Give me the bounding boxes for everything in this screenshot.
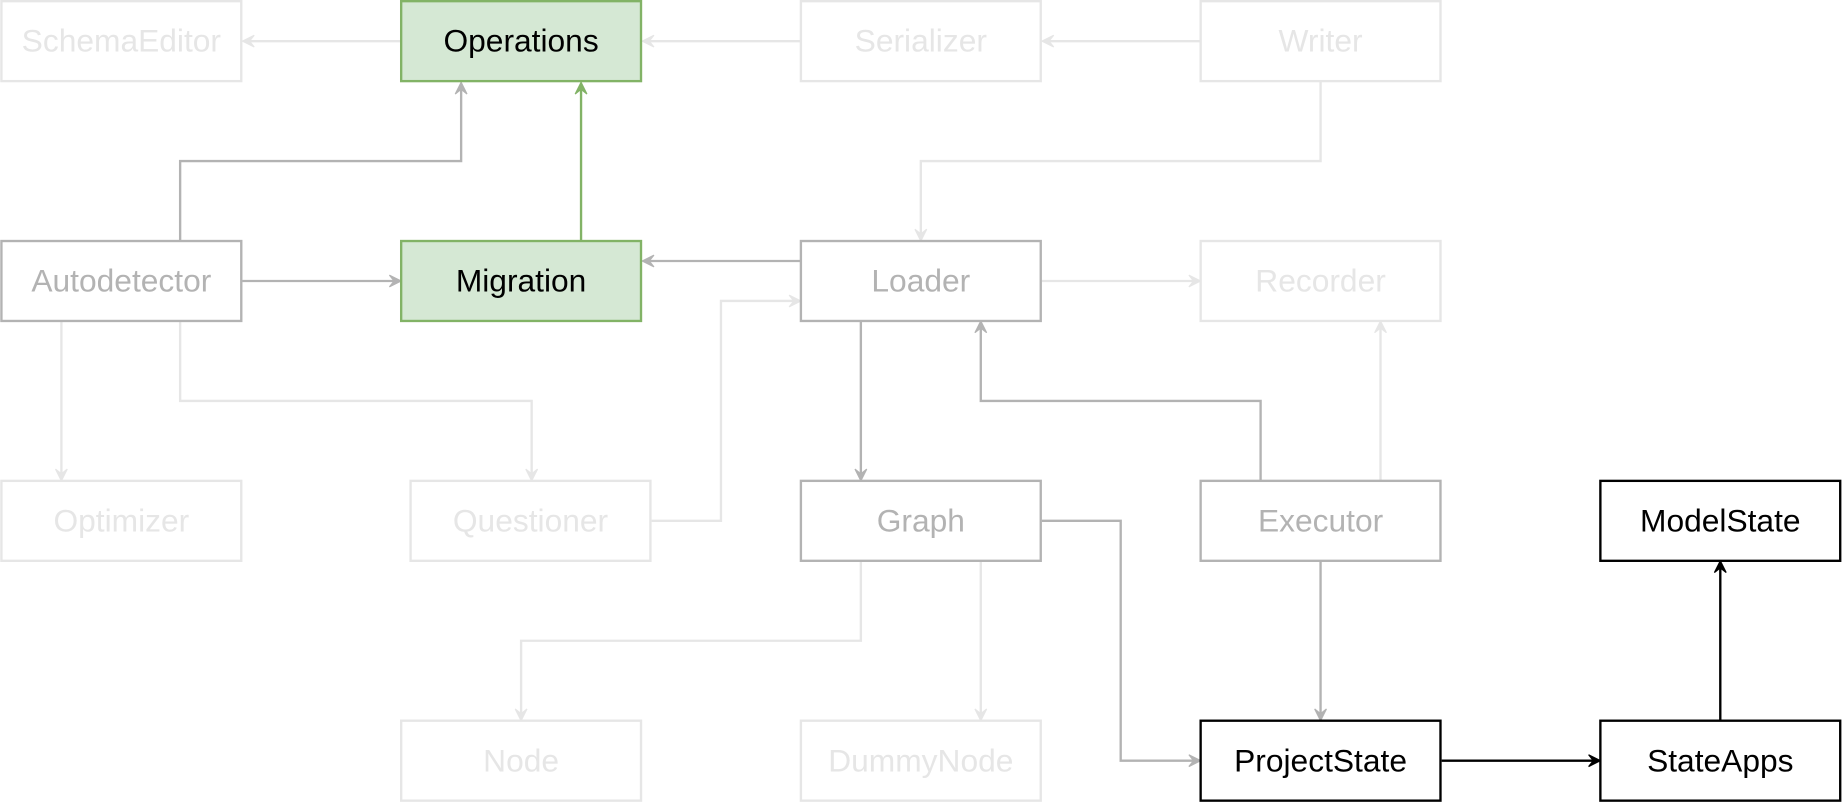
edge-writer-to-loader [914,81,1322,243]
node-label: SchemaEditor [22,23,222,59]
edge-line [979,325,1262,481]
edge-autodetector-to-migration [242,274,403,288]
edge-executor-to-projectstate [1314,560,1327,723]
edge-line [651,299,797,523]
edge-executor-to-loader [974,319,1262,481]
node-executor[interactable]: Executor [1199,479,1442,562]
node-node[interactable]: Node [399,719,643,802]
edge-autodetector-to-optimizer [54,320,68,483]
node-schemaeditor[interactable]: SchemaEditor [0,0,243,83]
node-loader[interactable]: Loader [799,239,1042,323]
edge-loader-to-graph [854,320,868,483]
node-operations[interactable]: Operations [399,0,643,83]
edge-writer-to-serializer [1040,34,1201,48]
node-optimizer[interactable]: Optimizer [0,479,243,562]
edge-stateapps-to-modelstate [1713,559,1727,721]
edge-projectstate-to-stateapps [1441,754,1602,768]
dependency-diagram: SchemaEditor Operations Serializer Writer Au… [0,0,1842,802]
edge-autodetector-to-operations [178,80,468,242]
node-autodetector[interactable]: Autodetector [0,239,243,323]
node-label: Serializer [855,23,988,59]
node-projectstate[interactable]: ProjectState [1199,719,1442,802]
node-label: ProjectState [1234,742,1407,778]
edge-operations-to-schemaeditor [241,34,402,48]
edges [54,34,1727,768]
edge-migration-to-operations [574,80,588,242]
edge-graph-to-dummynode [974,560,988,723]
edge-line [1041,519,1196,762]
node-label: Questioner [453,502,609,538]
node-label: StateApps [1647,742,1793,778]
edge-graph-to-projectstate [1041,519,1202,768]
node-modelstate[interactable]: ModelState [1599,479,1842,562]
edge-line [919,81,1322,237]
node-writer[interactable]: Writer [1199,0,1442,83]
node-dummynode[interactable]: DummyNode [799,719,1042,802]
node-label: Optimizer [53,502,189,538]
node-label: Node [483,742,559,778]
node-serializer[interactable]: Serializer [799,0,1042,83]
node-label: ModelState [1640,502,1801,538]
edge-line [178,87,463,242]
node-label: Writer [1279,23,1363,59]
edge-graph-to-node [514,560,863,723]
edge-line [519,560,863,716]
node-questioner[interactable]: Questioner [409,479,652,562]
node-label: Migration [456,263,587,299]
edge-questioner-to-loader [651,294,803,523]
node-graph[interactable]: Graph [799,479,1042,562]
edge-autodetector-to-questioner [178,320,539,483]
node-label: Executor [1258,502,1384,538]
edge-executor-to-recorder [1374,319,1387,481]
node-label: DummyNode [828,742,1013,778]
edge-serializer-to-operations [640,34,801,48]
node-stateapps[interactable]: StateApps [1599,719,1842,802]
node-label: Autodetector [31,263,211,299]
node-label: Graph [877,502,965,538]
node-label: Recorder [1255,263,1386,299]
edge-line [178,320,533,477]
edge-loader-to-recorder [1041,274,1202,288]
node-label: Operations [443,23,598,59]
node-recorder[interactable]: Recorder [1199,239,1442,323]
node-label: Loader [871,263,970,299]
node-migration[interactable]: Migration [399,239,643,323]
edge-loader-to-migration [640,254,801,268]
